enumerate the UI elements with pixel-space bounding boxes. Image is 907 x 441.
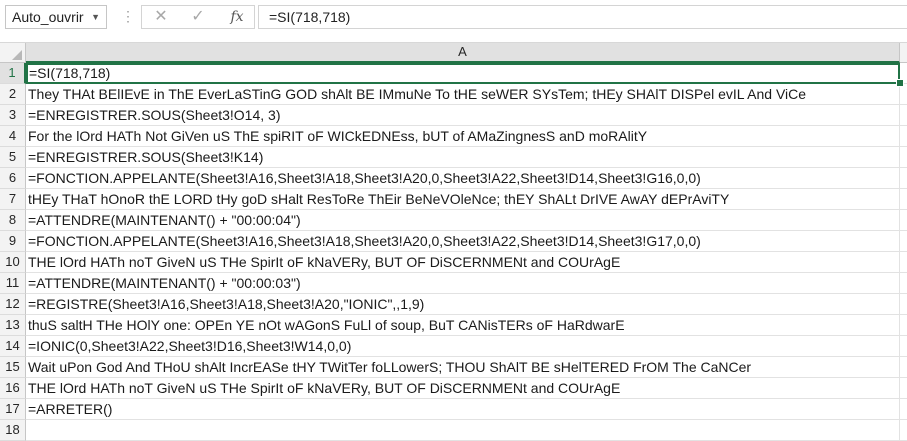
cell[interactable]: =ENREGISTRER.SOUS(Sheet3!K14) [26,147,900,168]
row-header[interactable]: 9 [0,231,26,252]
cell[interactable]: =ARRETER() [26,399,900,420]
fill-handle[interactable] [896,79,904,87]
table-row: 4 For the lOrd HATh Not GiVen uS ThE spiR… [0,126,907,147]
table-row: 2 They THAt BElIEvE in ThE EverLaSTinG GO… [0,84,907,105]
row-header[interactable]: 5 [0,147,26,168]
chevron-down-icon[interactable]: ▼ [91,6,100,28]
cell[interactable]: thuS saltH THe HOlY one: OPEn YE nOt wAG… [26,315,900,336]
name-box-value: Auto_ouvrir [12,9,84,25]
cell[interactable]: =ATTENDRE(MAINTENANT() + "00:00:04") [26,210,900,231]
cell[interactable]: =ATTENDRE(MAINTENANT() + "00:00:03") [26,273,900,294]
select-all-triangle-icon [12,50,22,60]
table-row: 6 =FONCTION.APPELANTE(Sheet3!A16,Sheet3!A… [0,168,907,189]
row-header[interactable]: 1 [0,63,26,84]
table-row: 11 =ATTENDRE(MAINTENANT() + "00:00:03") [0,273,907,294]
table-row: 10 THE lOrd HATh noT GiveN uS THe SpirIt … [0,252,907,273]
row-header[interactable]: 4 [0,126,26,147]
row-header[interactable]: 8 [0,210,26,231]
row-header[interactable]: 16 [0,378,26,399]
table-row: 13 thuS saltH THe HOlY one: OPEn YE nOt w… [0,315,907,336]
row-header[interactable]: 10 [0,252,26,273]
table-row: 18 [0,420,907,441]
table-row: 14 =IONIC(0,Sheet3!A22,Sheet3!D16,Sheet3!… [0,336,907,357]
select-all-button[interactable] [0,43,26,63]
table-row: 9 =FONCTION.APPELANTE(Sheet3!A16,Sheet3!A… [0,231,907,252]
row-header[interactable]: 15 [0,357,26,378]
table-row: 12 =REGISTRE(Sheet3!A16,Sheet3!A18,Sheet3… [0,294,907,315]
table-row: 7 tHEy THaT hOnoR thE LORD tHy goD sHalt … [0,189,907,210]
cell[interactable]: For the lOrd HATh Not GiVen uS ThE spiRI… [26,126,900,147]
cell[interactable]: =ENREGISTRER.SOUS(Sheet3!O14, 3) [26,105,900,126]
column-header-a[interactable]: A [26,43,900,63]
cell[interactable]: They THAt BElIEvE in ThE EverLaSTinG GOD… [26,84,900,105]
worksheet-grid: 1 =SI(718,718) 2 They THAt BElIEvE in ThE E… [0,63,907,441]
table-row: 15 Wait uPon God And THoU shAlt IncrEASe … [0,357,907,378]
insert-function-icon[interactable]: fx [222,6,252,28]
cell[interactable]: tHEy THaT hOnoR thE LORD tHy goD sHalt R… [26,189,900,210]
cell[interactable]: THE lOrd HATh noT GiveN uS THe SpirIt oF… [26,378,900,399]
enter-icon[interactable]: ✓ [183,6,213,28]
active-cell[interactable]: =SI(718,718) [26,63,900,84]
cell[interactable]: =FONCTION.APPELANTE(Sheet3!A16,Sheet3!A1… [26,168,900,189]
column-header-row: A [0,42,907,63]
cancel-icon[interactable]: ✕ [146,6,176,28]
row-header[interactable]: 12 [0,294,26,315]
row-header[interactable]: 13 [0,315,26,336]
formula-input[interactable]: =SI(718,718) [258,5,907,29]
cell[interactable]: =REGISTRE(Sheet3!A16,Sheet3!A18,Sheet3!A… [26,294,900,315]
row-header[interactable]: 6 [0,168,26,189]
formula-toolbar: Auto_ouvrir ▼ ⋮ ✕ ✓ fx =SI(718,718) [0,0,907,44]
name-box[interactable]: Auto_ouvrir ▼ [5,5,107,29]
cell[interactable] [26,420,900,441]
table-row: 8 =ATTENDRE(MAINTENANT() + "00:00:04") [0,210,907,231]
row-header[interactable]: 14 [0,336,26,357]
row-header[interactable]: 11 [0,273,26,294]
cell[interactable]: =IONIC(0,Sheet3!A22,Sheet3!D16,Sheet3!W1… [26,336,900,357]
more-options-icon[interactable]: ⋮ [121,9,135,23]
row-header[interactable]: 17 [0,399,26,420]
table-row: 3 =ENREGISTRER.SOUS(Sheet3!O14, 3) [0,105,907,126]
formula-buttons: ✕ ✓ fx [141,5,255,29]
cell[interactable]: Wait uPon God And THoU shAlt IncrEASe tH… [26,357,900,378]
cell[interactable]: =FONCTION.APPELANTE(Sheet3!A16,Sheet3!A1… [26,231,900,252]
row-header[interactable]: 18 [0,420,26,441]
table-row: 17 =ARRETER() [0,399,907,420]
table-row: 5 =ENREGISTRER.SOUS(Sheet3!K14) [0,147,907,168]
row-header[interactable]: 7 [0,189,26,210]
table-row: 1 =SI(718,718) [0,63,907,84]
cell[interactable]: THE lOrd HATh noT GiveN uS THe SpirIt oF… [26,252,900,273]
row-header[interactable]: 2 [0,84,26,105]
table-row: 16 THE lOrd HATh noT GiveN uS THe SpirIt … [0,378,907,399]
row-header[interactable]: 3 [0,105,26,126]
